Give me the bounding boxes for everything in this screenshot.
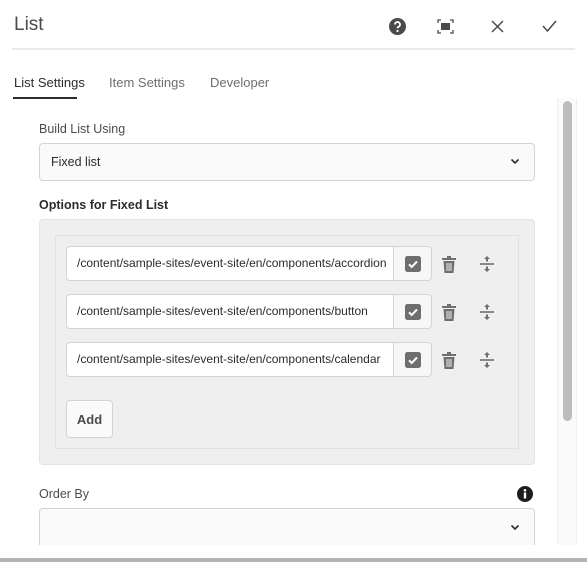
- checkbox-checked-icon: [404, 255, 421, 272]
- trash-icon[interactable]: [438, 349, 460, 371]
- path-input[interactable]: /content/sample-sites/event-site/en/comp…: [66, 246, 394, 281]
- reorder-handle-icon[interactable]: [476, 349, 498, 371]
- checkbox-checked-icon: [404, 351, 421, 368]
- fixed-list-label: Options for Fixed List: [39, 198, 169, 212]
- help-icon[interactable]: [385, 14, 409, 38]
- content-clip: [0, 545, 557, 558]
- tab-list-settings[interactable]: List Settings: [14, 75, 85, 90]
- order-by-select[interactable]: [39, 508, 535, 548]
- path-picker-button[interactable]: [393, 294, 432, 329]
- active-tab-indicator: [13, 97, 77, 99]
- tab-item-settings[interactable]: Item Settings: [109, 75, 185, 90]
- dialog-bottom-edge: [0, 558, 587, 562]
- path-input[interactable]: /content/sample-sites/event-site/en/comp…: [66, 294, 394, 329]
- dialog-title: List: [14, 14, 44, 35]
- path-picker-button[interactable]: [393, 246, 432, 281]
- tab-developer[interactable]: Developer: [210, 75, 269, 90]
- checkbox-checked-icon: [404, 303, 421, 320]
- close-icon[interactable]: [485, 14, 509, 38]
- scrollbar-thumb[interactable]: [563, 101, 572, 421]
- build-list-label: Build List Using: [39, 122, 126, 136]
- trash-icon[interactable]: [438, 301, 460, 323]
- order-by-label: Order By: [39, 487, 90, 501]
- path-picker-button[interactable]: [393, 342, 432, 377]
- info-icon[interactable]: [517, 486, 533, 507]
- path-input[interactable]: /content/sample-sites/event-site/en/comp…: [66, 342, 394, 377]
- add-button[interactable]: Add: [66, 400, 113, 438]
- trash-icon[interactable]: [438, 253, 460, 275]
- chevron-down-icon: [510, 158, 520, 165]
- done-icon[interactable]: [537, 14, 561, 38]
- fullscreen-icon[interactable]: [433, 14, 457, 38]
- build-list-select[interactable]: Fixed list: [39, 143, 535, 181]
- reorder-handle-icon[interactable]: [476, 301, 498, 323]
- chevron-down-icon: [510, 524, 520, 531]
- build-list-value: Fixed list: [51, 155, 101, 169]
- header-divider: [12, 48, 575, 50]
- reorder-handle-icon[interactable]: [476, 253, 498, 275]
